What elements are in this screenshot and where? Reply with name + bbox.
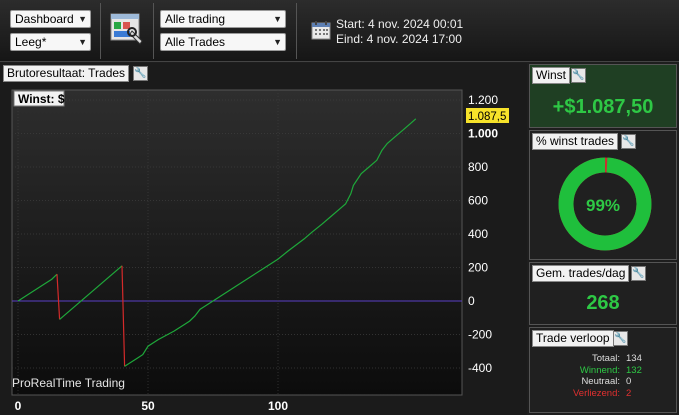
winst-pct-card: % winst trades 🔧 99% bbox=[529, 130, 677, 260]
dashboard-settings-icon[interactable] bbox=[110, 13, 144, 47]
y-tick-label: -400 bbox=[468, 361, 492, 375]
end-date: Eind: 4 nov. 2024 17:00 bbox=[336, 32, 462, 46]
chart-panel-title: Brutoresultaat: Trades bbox=[3, 65, 130, 82]
toolbar-divider bbox=[153, 3, 154, 59]
chart-legend: Winst: $ bbox=[18, 92, 65, 106]
toolbar-divider bbox=[100, 3, 101, 59]
verloop-row-value: 0 bbox=[626, 376, 632, 387]
trades-select[interactable]: Alle Trades ▼ bbox=[160, 33, 286, 51]
chevron-down-icon: ▼ bbox=[78, 37, 87, 47]
x-axis-ticks: 0 50 100 bbox=[15, 399, 289, 413]
wrench-icon[interactable]: 🔧 bbox=[631, 266, 646, 281]
x-tick-label: 50 bbox=[141, 399, 155, 413]
verloop-row-value: 132 bbox=[626, 364, 642, 376]
verloop-row-value: 134 bbox=[626, 353, 642, 364]
verloop-row-label: Verliezend: bbox=[572, 387, 620, 399]
verloop-row-label: Winnend: bbox=[579, 364, 620, 376]
chevron-down-icon: ▼ bbox=[78, 14, 87, 24]
verloop-row-label: Totaal: bbox=[592, 353, 620, 364]
y-tick-label: 600 bbox=[468, 194, 488, 208]
start-date: Start: 4 nov. 2024 00:01 bbox=[336, 17, 464, 31]
leeg-select[interactable]: Leeg* ▼ bbox=[10, 33, 91, 51]
profit-chart[interactable]: -400 -200 0 200 400 600 800 1.000 1.200 0 50 100 W… bbox=[0, 84, 527, 415]
y-tick-label: -200 bbox=[468, 328, 492, 342]
y-tick-label: 200 bbox=[468, 261, 488, 275]
trading-select[interactable]: Alle trading ▼ bbox=[160, 10, 286, 28]
date-range: Start: 4 nov. 2024 00:01 Eind: 4 nov. 20… bbox=[336, 17, 463, 47]
dashboard-select[interactable]: Dashboard ▼ bbox=[10, 10, 91, 28]
leeg-select-value: Leeg* bbox=[15, 35, 47, 49]
trading-select-value: Alle trading bbox=[165, 12, 226, 26]
calendar-icon[interactable] bbox=[311, 20, 331, 40]
trades-select-value: Alle Trades bbox=[165, 35, 226, 49]
gem-trades-card: Gem. trades/dag 🔧 268 bbox=[529, 262, 677, 325]
winst-title: Winst bbox=[532, 67, 570, 84]
verloop-row-value: 2 bbox=[626, 387, 632, 399]
gem-trades-title: Gem. trades/dag bbox=[532, 265, 630, 282]
chevron-down-icon: ▼ bbox=[273, 37, 282, 47]
wrench-icon[interactable]: 🔧 bbox=[621, 134, 636, 149]
x-tick-label: 100 bbox=[268, 399, 288, 413]
current-value-tag: 1.087,5 bbox=[468, 111, 506, 123]
trade-verloop-title: Trade verloop bbox=[532, 330, 614, 347]
toolbar: Dashboard ▼ Leeg* ▼ Alle trading ▼ Alle … bbox=[0, 0, 679, 62]
winst-card: Winst 🔧 +$1.087,50 bbox=[529, 64, 677, 128]
y-tick-label: 800 bbox=[468, 160, 488, 174]
y-tick-label: 1.000 bbox=[468, 127, 498, 141]
dashboard-select-value: Dashboard bbox=[15, 12, 74, 26]
gem-trades-value: 268 bbox=[586, 292, 620, 314]
wrench-icon[interactable]: 🔧 bbox=[571, 68, 586, 83]
y-tick-label: 1.200 bbox=[468, 93, 498, 107]
y-axis-ticks: -400 -200 0 200 400 600 800 1.000 1.200 bbox=[468, 93, 498, 375]
wrench-icon[interactable]: 🔧 bbox=[613, 331, 628, 346]
winst-value: +$1.087,50 bbox=[552, 96, 654, 118]
x-tick-label: 0 bbox=[15, 399, 22, 413]
winst-pct-value: 99% bbox=[585, 196, 621, 215]
trade-verloop-card: Trade verloop 🔧 Totaal: 134 Winnend: 132 Neu… bbox=[529, 327, 677, 413]
y-tick-label: 400 bbox=[468, 227, 488, 241]
chevron-down-icon: ▼ bbox=[273, 14, 282, 24]
plot-area bbox=[11, 89, 463, 396]
toolbar-divider bbox=[296, 3, 297, 59]
chart-watermark: ProRealTime Trading bbox=[12, 376, 125, 390]
verloop-row-label: Neutraal: bbox=[581, 376, 620, 387]
y-tick-label: 0 bbox=[468, 294, 475, 308]
winst-pct-title: % winst trades bbox=[532, 133, 619, 150]
wrench-icon[interactable]: 🔧 bbox=[133, 66, 148, 81]
